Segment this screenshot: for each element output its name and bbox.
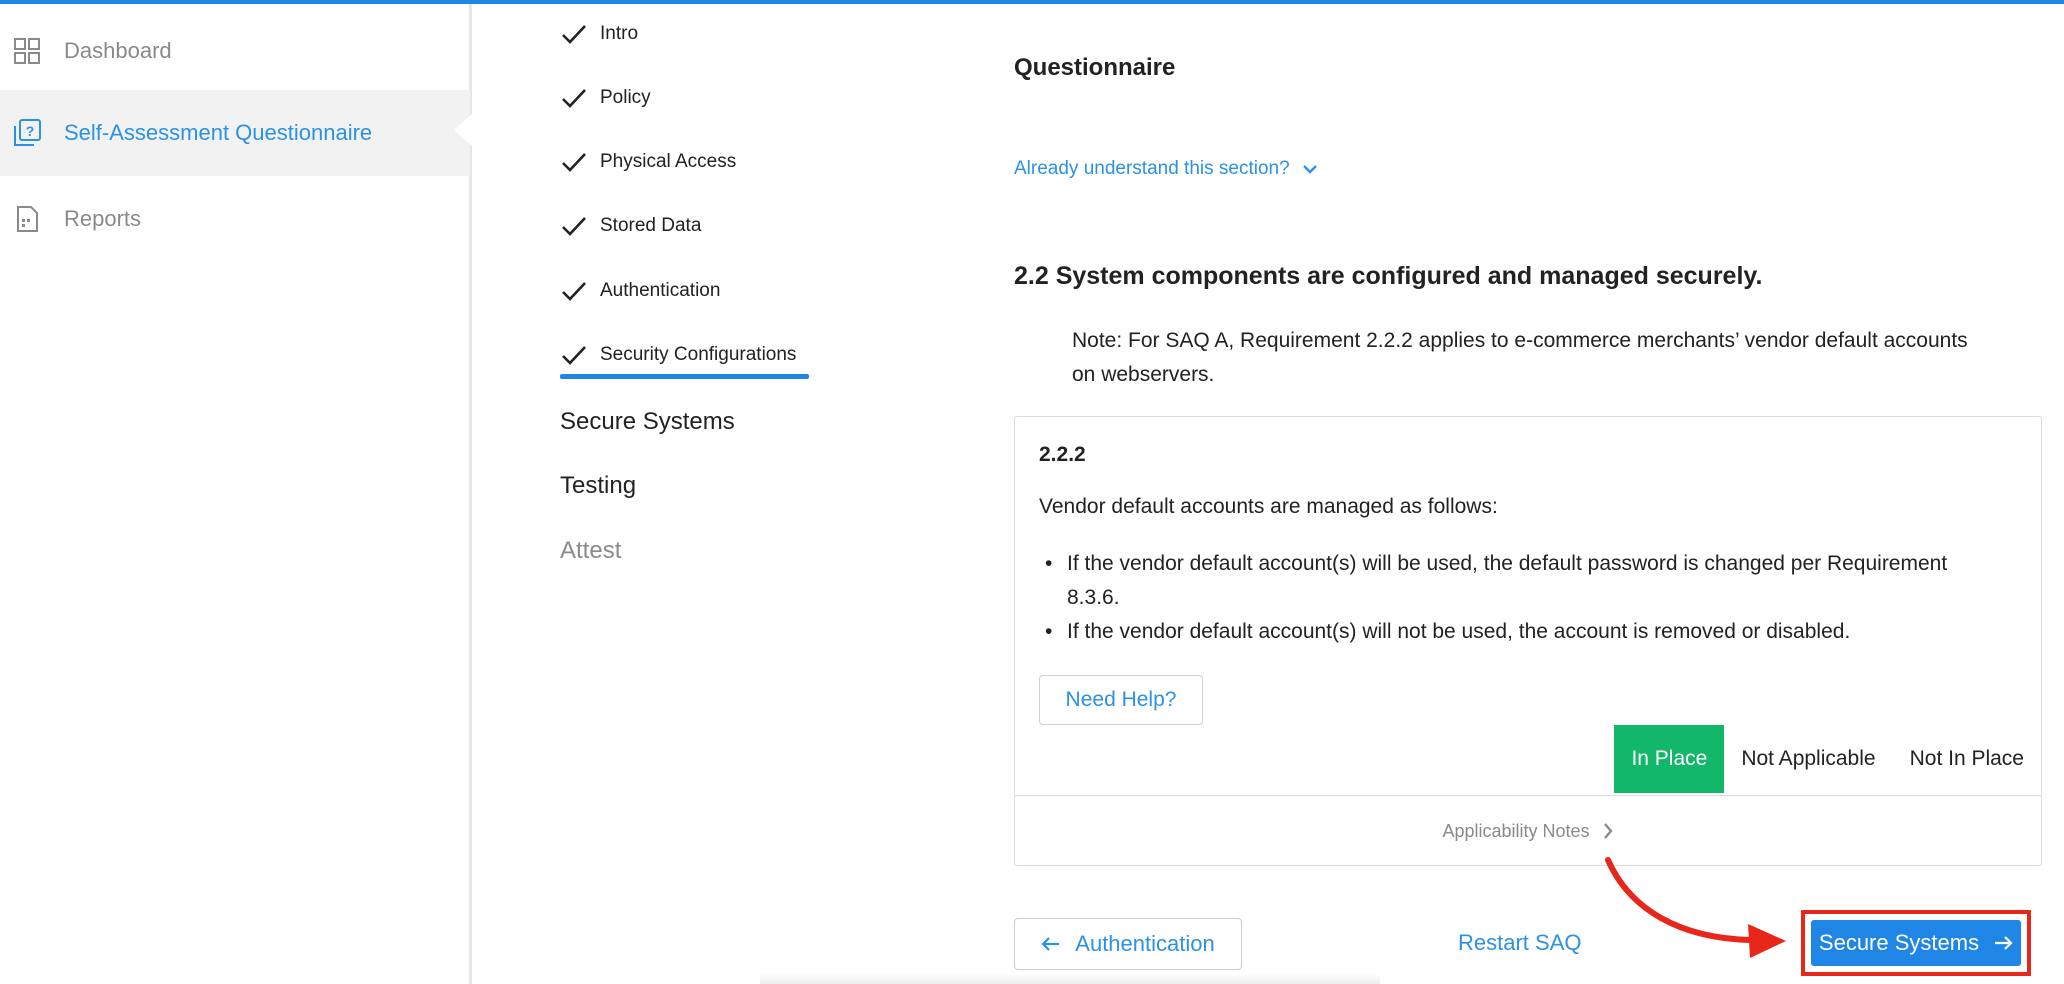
need-help-button[interactable]: Need Help?: [1039, 675, 1203, 725]
step-physical-access[interactable]: Physical Access: [560, 150, 736, 174]
step-label: Security Configurations: [600, 344, 797, 365]
section-note: Note: For SAQ A, Requirement 2.2.2 appli…: [1072, 329, 1968, 386]
check-icon: [562, 153, 586, 172]
check-icon: [562, 282, 586, 301]
questionnaire-icon: ?: [12, 118, 42, 148]
applicability-notes-toggle[interactable]: Applicability Notes: [1015, 796, 2041, 866]
arrow-right-icon: [1995, 936, 2013, 950]
sidebar-item-label: Self-Assessment Questionnaire: [64, 120, 373, 145]
arrow-left-icon: [1041, 937, 1060, 951]
back-authentication-button[interactable]: Authentication: [1014, 918, 1242, 970]
already-understand-toggle[interactable]: Already understand this section?: [1014, 158, 1318, 180]
sidebar-item-reports[interactable]: Reports: [0, 176, 470, 262]
step-intro[interactable]: Intro: [560, 22, 638, 46]
page-title: Questionnaire: [1014, 54, 1176, 81]
active-item-notch: [454, 114, 472, 146]
step-label: Testing: [560, 472, 637, 499]
annotation-arrow: [1605, 857, 1786, 958]
status-selector: In Place Not Applicable Not In Place: [1614, 725, 2041, 793]
step-testing[interactable]: Testing: [560, 472, 636, 500]
sidebar-item-label: Dashboard: [64, 38, 172, 63]
list-item: If the vendor default account(s) will no…: [1039, 615, 1999, 649]
current-step-indicator: [560, 374, 809, 379]
next-secure-systems-button[interactable]: Secure Systems: [1811, 920, 2021, 966]
highlight-box: Secure Systems: [1801, 910, 2031, 976]
questionnaire-main: Questionnaire Already understand this se…: [1014, 0, 2044, 984]
requirement-description: Vendor default accounts are managed as f…: [1039, 495, 1498, 518]
step-policy[interactable]: Policy: [560, 86, 651, 110]
sidebar: Dashboard ? Self-Assessment Questionnair…: [0, 4, 472, 984]
sidebar-item-label: Reports: [64, 206, 142, 231]
step-label: Stored Data: [600, 215, 702, 236]
status-not-in-place-option[interactable]: Not In Place: [1893, 725, 2041, 793]
back-button-label: Authentication: [1075, 931, 1215, 956]
requirement-bullets: If the vendor default account(s) will be…: [1039, 547, 1999, 649]
step-security-configurations[interactable]: Security Configurations: [560, 343, 796, 367]
section-heading: 2.2 System components are configured and…: [1014, 262, 1763, 290]
restart-saq-link[interactable]: Restart SAQ: [1458, 930, 1581, 956]
step-label: Attest: [560, 537, 622, 564]
status-not-applicable-option[interactable]: Not Applicable: [1724, 725, 1892, 793]
step-authentication[interactable]: Authentication: [560, 279, 720, 303]
requirement-card: 2.2.2 Vendor default accounts are manage…: [1014, 416, 2042, 866]
step-label: Physical Access: [600, 151, 737, 172]
check-icon: [562, 217, 586, 236]
svg-text:?: ?: [26, 123, 35, 139]
report-icon: [12, 204, 42, 234]
bottom-shadow: [760, 974, 1380, 984]
next-button-label: Secure Systems: [1818, 930, 1980, 955]
step-attest: Attest: [560, 537, 621, 565]
step-label: Secure Systems: [560, 408, 735, 435]
check-icon: [562, 25, 586, 44]
grid-icon: [12, 36, 42, 66]
list-item: If the vendor default account(s) will be…: [1039, 547, 1999, 615]
applicability-notes-label: Applicability Notes: [1442, 820, 1590, 841]
check-icon: [562, 346, 586, 365]
step-label: Authentication: [600, 280, 721, 301]
check-icon: [562, 89, 586, 108]
requirement-number: 2.2.2: [1039, 443, 1086, 466]
step-secure-systems[interactable]: Secure Systems: [560, 408, 735, 436]
sidebar-item-dashboard[interactable]: Dashboard: [0, 8, 470, 94]
status-in-place-option[interactable]: In Place: [1614, 725, 1725, 793]
step-label: Intro: [600, 23, 639, 44]
step-label: Policy: [600, 87, 651, 108]
progress-steps: Intro Policy Physical Access Stored Data…: [560, 0, 980, 600]
already-understand-label: Already understand this section?: [1014, 158, 1290, 179]
step-stored-data[interactable]: Stored Data: [560, 214, 701, 238]
chevron-right-icon: [1603, 823, 1613, 839]
chevron-down-icon: [1302, 165, 1317, 174]
sidebar-item-self-assessment-questionnaire[interactable]: ? Self-Assessment Questionnaire: [0, 90, 470, 176]
